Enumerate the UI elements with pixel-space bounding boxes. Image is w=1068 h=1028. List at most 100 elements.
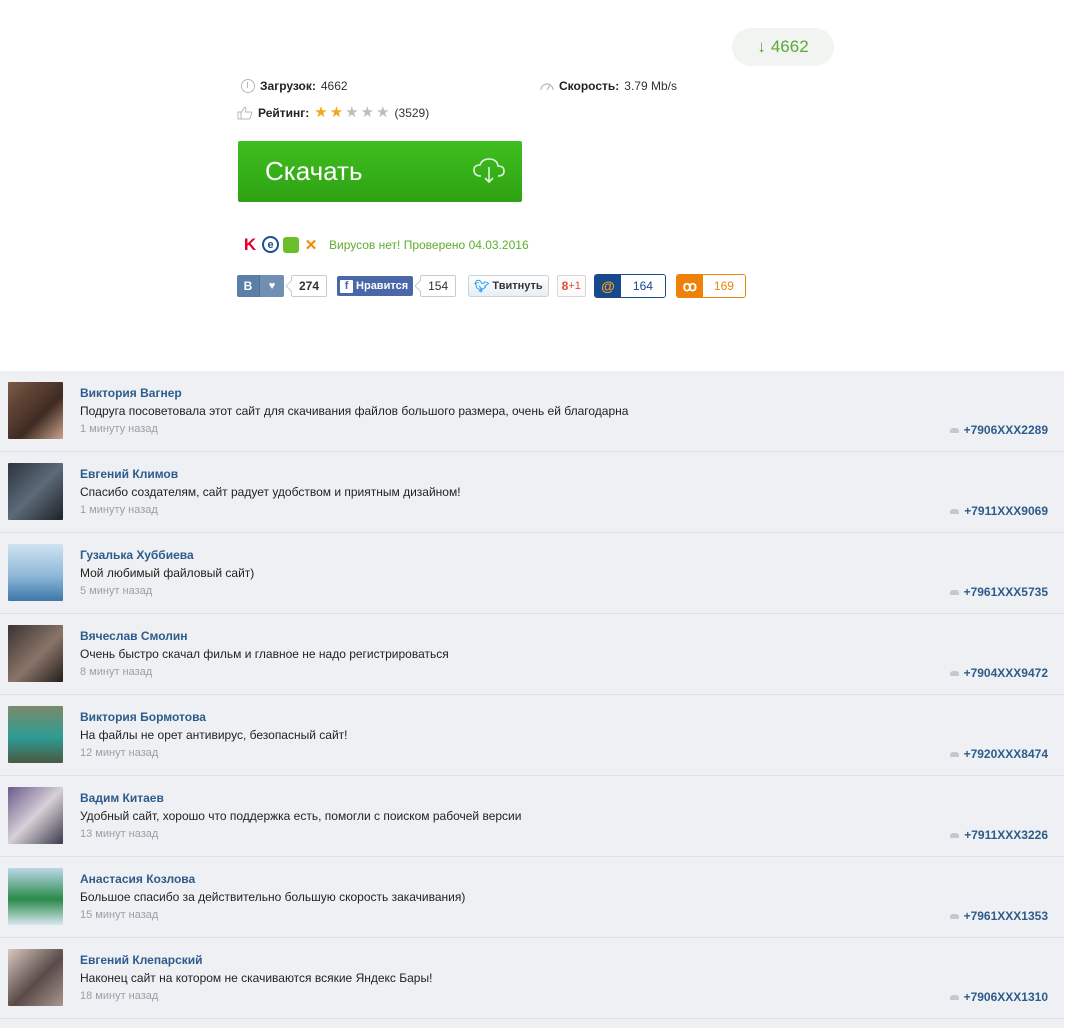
speed-label: Скорость:: [559, 79, 620, 93]
odnoklassniki-share-button[interactable]: ꚙ 169: [675, 274, 746, 298]
facebook-like-count: 154: [420, 275, 457, 297]
comment-phone: +7906XXX2289: [949, 423, 1048, 437]
google-plus-label: +1: [568, 280, 581, 292]
comment-phone-number: +7904XXX9472: [963, 666, 1048, 680]
phone-icon: [949, 751, 959, 757]
comment-item: Виктория Бормотова На файлы не орет анти…: [0, 695, 1064, 776]
comment-item: Виктория Вагнер Подруга посоветовала это…: [0, 371, 1064, 452]
facebook-icon: f: [340, 279, 354, 293]
star-icon[interactable]: ★: [361, 105, 374, 120]
kaspersky-icon: K: [243, 234, 257, 254]
download-count-badge: ↓ 4662: [732, 28, 834, 66]
comment-time: 18 минут назад: [80, 990, 159, 1002]
comment-text: Большое спасибо за действительно большую…: [80, 890, 466, 904]
comment-author[interactable]: Вадим Китаев: [80, 791, 164, 805]
comment-author[interactable]: Анастасия Козлова: [80, 872, 195, 886]
avatar[interactable]: [8, 382, 63, 439]
comment-author[interactable]: Виктория Вагнер: [80, 386, 182, 400]
phone-icon: [949, 427, 959, 433]
thumbs-up-icon: [237, 106, 253, 120]
comment-time: 12 минут назад: [80, 747, 159, 759]
download-circle-icon: [241, 79, 255, 93]
rating-stars[interactable]: ★ ★ ★ ★ ★: [314, 105, 389, 120]
cloud-download-icon: [473, 158, 505, 184]
cube-antivirus-icon: [283, 236, 299, 253]
phone-icon: [949, 589, 959, 595]
mailru-share-button[interactable]: @ 164: [593, 274, 666, 298]
google-plus-button[interactable]: 8 +1: [556, 275, 586, 297]
mailru-icon: @: [594, 275, 621, 297]
avatar[interactable]: [8, 463, 63, 520]
comment-time: 1 минуту назад: [80, 423, 158, 435]
comment-phone: +7911XXX9069: [950, 504, 1048, 518]
avatar[interactable]: [8, 787, 63, 844]
comment-phone-number: +7911XXX3226: [964, 828, 1048, 842]
comment-item: Вадим Китаев Удобный сайт, хорошо что по…: [0, 776, 1064, 857]
star-icon[interactable]: ★: [345, 105, 358, 120]
vk-like-count: 274: [291, 275, 328, 297]
facebook-like-label: Нравится: [356, 280, 409, 292]
star-icon[interactable]: ★: [314, 105, 327, 120]
comment-phone-number: +7906XXX2289: [963, 423, 1048, 437]
star-icon[interactable]: ★: [376, 105, 389, 120]
downloads-stat: Загрузок: 4662: [241, 79, 348, 93]
avatar[interactable]: [8, 544, 63, 601]
comment-author[interactable]: Виктория Бормотова: [80, 710, 206, 724]
speedometer-icon: [540, 83, 554, 91]
avatar[interactable]: [8, 706, 63, 763]
comment-time: 5 минут назад: [80, 585, 153, 597]
odnoklassniki-icon: ꚙ: [676, 275, 703, 297]
comment-item: Анастасия Козлова Большое спасибо за дей…: [0, 857, 1064, 938]
comment-time: 15 минут назад: [80, 909, 159, 921]
heart-icon: ♥: [259, 275, 284, 297]
comment-author[interactable]: Евгений Климов: [80, 467, 178, 481]
facebook-like-button[interactable]: f Нравится: [337, 276, 414, 296]
comment-phone-number: +7961XXX1353: [963, 909, 1048, 923]
avatar[interactable]: [8, 949, 63, 1006]
arrow-down-icon: ↓: [757, 37, 766, 56]
comment-text: Мой любимый файловый сайт): [80, 566, 255, 580]
comment-author[interactable]: Евгений Клепарский: [80, 953, 203, 967]
download-button[interactable]: Скачать: [238, 141, 522, 202]
avatar[interactable]: [8, 625, 63, 682]
comment-phone-number: +7911XXX9069: [964, 504, 1048, 518]
comment-text: Наконец сайт на котором не скачиваются в…: [80, 971, 433, 985]
antivirus-check: K e ✕ Вирусов нет! Проверено 04.03.2016: [242, 234, 529, 254]
tweet-button[interactable]: 🐦︎ Твитнуть: [468, 275, 549, 297]
phone-icon: [950, 508, 960, 514]
downloads-value: 4662: [320, 79, 348, 93]
comment-phone: +7961XXX5735: [949, 585, 1048, 599]
download-button-label: Скачать: [265, 156, 363, 186]
eset-icon: e: [262, 236, 279, 253]
comment-phone: +7906XXX1310: [949, 990, 1048, 1004]
comment-text: Очень быстро скачал фильм и главное не н…: [80, 647, 449, 661]
download-count-value: 4662: [770, 37, 809, 56]
comment-phone-number: +7906XXX1310: [963, 990, 1048, 1004]
comment-text: На файлы не орет антивирус, безопасный с…: [80, 728, 348, 742]
phone-icon: [949, 913, 959, 919]
avatar[interactable]: [8, 868, 63, 925]
speed-value: 3.79 Mb/s: [624, 79, 677, 93]
vk-like-button[interactable]: В ♥: [237, 275, 284, 297]
speed-stat: Скорость: 3.79 Mb/s: [540, 79, 677, 93]
comments-list: Виктория Вагнер Подруга посоветовала это…: [0, 371, 1064, 1028]
comment-author[interactable]: Гузалька Хуббиева: [80, 548, 194, 562]
comment-author[interactable]: Вячеслав Смолин: [80, 629, 188, 643]
twitter-bird-icon: 🐦︎: [474, 279, 490, 293]
star-icon[interactable]: ★: [330, 105, 343, 120]
rating-stat: Рейтинг: ★ ★ ★ ★ ★ (3529): [237, 105, 429, 120]
phone-icon: [949, 994, 959, 1000]
tweet-label: Твитнуть: [492, 280, 543, 292]
comment-item: Вячеслав Смолин Очень быстро скачал филь…: [0, 614, 1064, 695]
comment-time: 1 минуту назад: [80, 504, 158, 516]
antivirus-status-text: Вирусов нет! Проверено 04.03.2016: [329, 237, 529, 252]
phone-icon: [950, 832, 960, 838]
rating-label: Рейтинг:: [258, 106, 310, 120]
avast-icon: ✕: [304, 236, 318, 254]
comment-item: Евгений Клепарский Наконец сайт на котор…: [0, 938, 1064, 1019]
comment-text: Спасибо создателям, сайт радует удобство…: [80, 485, 461, 499]
comment-item: Гузалька Хуббиева Мой любимый файловый с…: [0, 533, 1064, 614]
downloads-label: Загрузок:: [260, 79, 316, 93]
comment-phone: +7920XXX8474: [949, 747, 1048, 761]
comment-text: Удобный сайт, хорошо что поддержка есть,…: [80, 809, 522, 823]
